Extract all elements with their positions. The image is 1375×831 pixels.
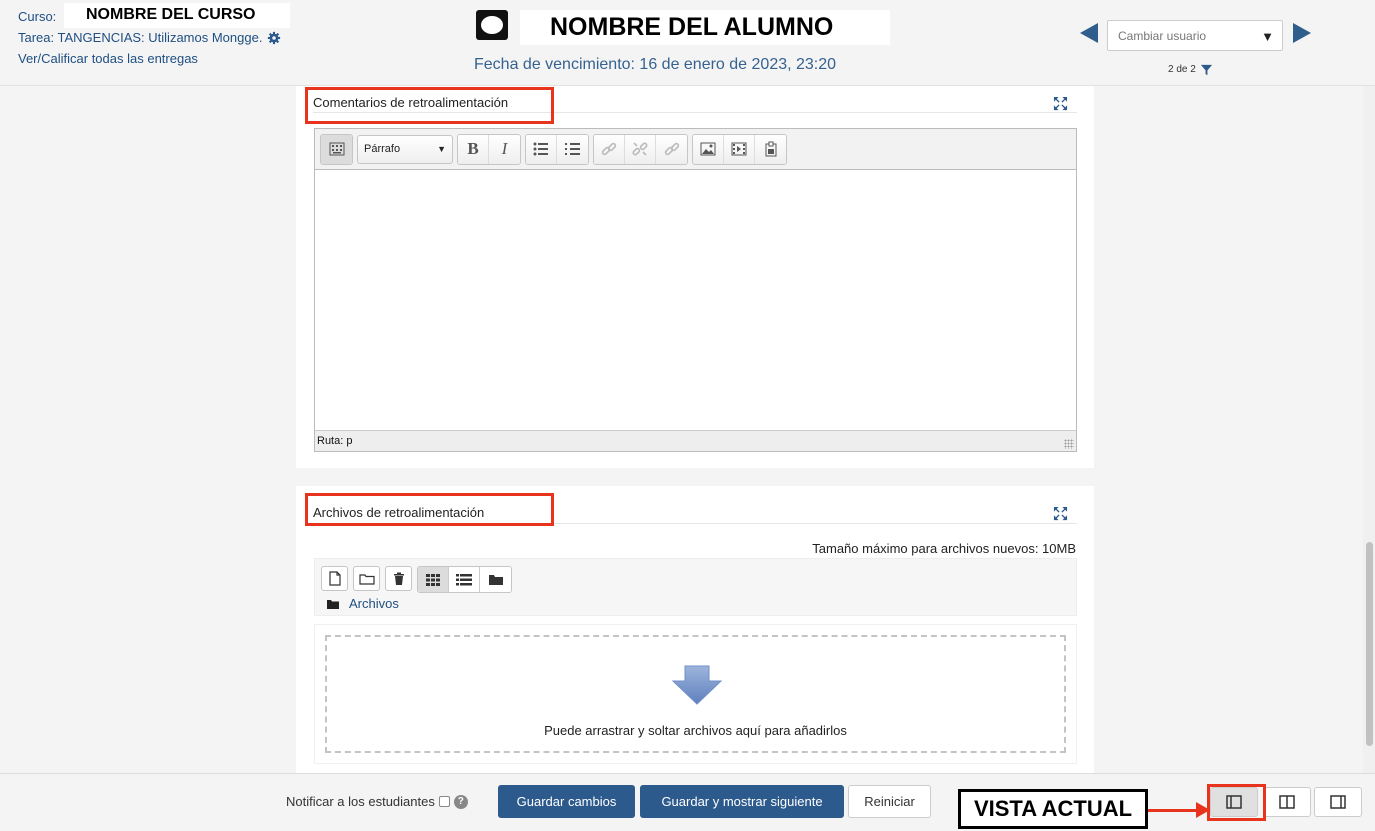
tree-view-icon[interactable]: [480, 567, 511, 592]
layout-default-icon[interactable]: [1263, 787, 1311, 817]
unlink-icon[interactable]: [625, 134, 656, 164]
trash-icon[interactable]: [385, 566, 412, 591]
file-path-breadcrumb: Archivos: [327, 596, 399, 611]
gear-icon[interactable]: [267, 31, 281, 45]
expand-icon[interactable]: [1053, 506, 1068, 521]
task-link[interactable]: Tarea: TANGENCIAS: Utilizamos Mongge.: [18, 30, 262, 45]
editor-path: Ruta: p: [317, 435, 353, 447]
file-picker-toolbar: Archivos: [314, 558, 1077, 616]
notify-students-label: Notificar a los estudiantes: [286, 794, 435, 809]
layout-collapse-grade-icon[interactable]: [1314, 787, 1362, 817]
anchor-link-icon[interactable]: [656, 134, 687, 164]
feedback-comments-section: Comentarios de retroalimentación Párrafo…: [296, 86, 1094, 468]
grading-actions-footer: Notificar a los estudiantes ? Guardar ca…: [0, 773, 1375, 831]
grid-view-icon[interactable]: [418, 567, 449, 592]
image-icon[interactable]: [693, 134, 724, 164]
feedback-text-area[interactable]: [315, 170, 1076, 430]
view-mode-group: [417, 566, 512, 593]
paragraph-format-value: Párrafo: [364, 143, 401, 155]
chevron-down-icon: ▼: [437, 144, 446, 154]
reset-button[interactable]: Reiniciar: [848, 785, 931, 818]
file-drop-area: Puede arrastrar y soltar archivos aquí p…: [314, 624, 1077, 764]
due-date: Fecha de vencimiento: 16 de enero de 202…: [474, 56, 837, 73]
course-name[interactable]: NOMBRE DEL CURSO: [86, 6, 256, 24]
resize-handle-icon[interactable]: [1064, 439, 1074, 449]
drop-instructions: Puede arrastrar y soltar archivos aquí p…: [544, 723, 847, 738]
annotation-arrow-line: [1148, 809, 1200, 812]
manage-files-icon[interactable]: [755, 134, 786, 164]
toolbar-group: [692, 133, 787, 165]
add-file-icon[interactable]: [321, 566, 348, 591]
create-folder-icon[interactable]: [353, 566, 380, 591]
current-view-highlight: [1207, 784, 1266, 821]
view-all-submissions-link[interactable]: Ver/Calificar todas las entregas: [18, 51, 198, 66]
numbered-list-icon[interactable]: [557, 134, 588, 164]
bold-icon[interactable]: B: [458, 134, 489, 164]
next-user-icon[interactable]: [1293, 23, 1311, 43]
feedback-editor: Párrafo ▼ B I Ruta: p: [314, 128, 1077, 452]
dropzone[interactable]: Puede arrastrar y soltar archivos aquí p…: [325, 635, 1066, 753]
change-user-select[interactable]: Cambiar usuario ▼: [1107, 20, 1283, 51]
task-link-row[interactable]: Tarea: TANGENCIAS: Utilizamos Mongge.: [18, 30, 281, 45]
annotation-highlight: [305, 87, 554, 124]
user-count[interactable]: 2 de 2: [1168, 63, 1213, 76]
change-user-placeholder: Cambiar usuario: [1118, 29, 1207, 43]
filter-icon[interactable]: [1200, 63, 1213, 76]
toolbar-group: [320, 133, 353, 165]
student-name[interactable]: NOMBRE DEL ALUMNO: [550, 13, 833, 42]
expand-icon[interactable]: [1053, 96, 1068, 111]
editor-path-bar: Ruta: p: [315, 430, 1076, 451]
feedback-files-section: Archivos de retroalimentación Tamaño máx…: [296, 486, 1094, 773]
max-file-size: Tamaño máximo para archivos nuevos: 10MB: [812, 541, 1076, 556]
editor-toolbar: Párrafo ▼ B I: [315, 129, 1076, 170]
course-label: Curso:: [18, 9, 57, 24]
grader-header: Curso: NOMBRE DEL CURSO Tarea: TANGENCIA…: [0, 0, 1375, 86]
chevron-down-icon: ▼: [1261, 29, 1274, 44]
save-and-show-next-button[interactable]: Guardar y mostrar siguiente: [640, 785, 844, 818]
paragraph-format-select[interactable]: Párrafo ▼: [357, 134, 453, 164]
toolbar-group: [593, 133, 688, 165]
media-icon[interactable]: [724, 134, 755, 164]
save-changes-button[interactable]: Guardar cambios: [498, 785, 635, 818]
help-icon[interactable]: ?: [453, 794, 468, 809]
link-icon[interactable]: [594, 134, 625, 164]
toolbar-group: B I: [457, 133, 521, 165]
previous-user-icon[interactable]: [1080, 23, 1098, 43]
list-view-icon[interactable]: [449, 567, 480, 592]
italic-icon[interactable]: I: [489, 134, 520, 164]
notify-students-row: Notificar a los estudiantes ?: [286, 794, 468, 809]
notify-students-checkbox[interactable]: [438, 796, 450, 807]
current-view-annotation: VISTA ACTUAL: [958, 789, 1148, 829]
toggle-toolbar-icon[interactable]: [321, 134, 352, 164]
scrollbar-thumb[interactable]: [1366, 542, 1373, 746]
student-avatar: [476, 10, 508, 40]
folder-icon: [327, 599, 339, 609]
user-count-text: 2 de 2: [1168, 64, 1196, 75]
bullet-list-icon[interactable]: [526, 134, 557, 164]
file-picker-buttons: [321, 566, 512, 593]
annotation-highlight: [305, 493, 554, 526]
page-scrollbar[interactable]: [1363, 86, 1375, 773]
download-arrow-icon: [672, 665, 722, 705]
files-folder-link[interactable]: Archivos: [349, 596, 399, 611]
toolbar-group: [525, 133, 589, 165]
